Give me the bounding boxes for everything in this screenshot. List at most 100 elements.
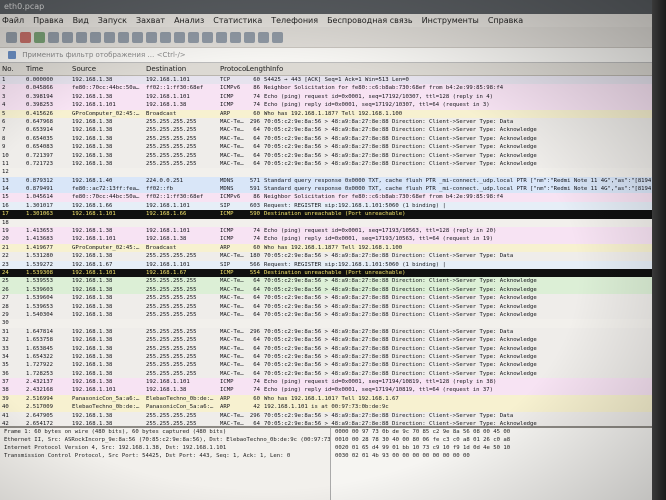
packet-cell-time: 1.539553 [26,278,53,285]
column-header-protocol[interactable]: Protocol [220,63,248,75]
packet-row[interactable]: 38 2.432168 192.168.1.101 192.168.1.38 ICMP 7… [0,386,666,395]
packet-row[interactable]: 12 [0,168,666,177]
options-gear-icon[interactable] [48,31,59,43]
packet-row[interactable]: 19 1.413653 192.168.1.38 192.168.1.101 ICMP 7… [0,227,666,236]
packet-row[interactable]: 6 0.647968 192.168.1.38 255.255.255.255 MAC-… [0,117,666,127]
packet-row[interactable]: 21 1.419677 GProComputer_02:45:… Broadcast A… [0,243,666,253]
packet-row[interactable]: 2 0.045866 fe80::70cc:44bc:50a… ff02::1:ff3… [0,84,666,93]
packet-row[interactable]: 39 2.516994 PanasonicCon_5a:a6:… ElebaoTech… [0,394,666,404]
packet-row[interactable]: 27 1.539604 192.168.1.38 255.255.255.255 MAC… [0,294,666,303]
save-file-icon[interactable] [76,31,87,43]
display-filter-bar[interactable]: Применить фильтр отображения … <Ctrl-/> [0,48,666,63]
shark-fin-icon[interactable] [6,31,17,43]
packet-row[interactable]: 28 1.539653 192.168.1.38 255.255.255.255 MAC… [0,302,666,311]
packet-cell-no: 39 [2,395,9,402]
packet-row[interactable]: 16 1.301017 192.168.1.66 192.168.1.101 SIP 60… [0,201,666,211]
packet-row[interactable]: 5 0.415626 GProComputer_02:45:… Broadcast AR… [0,109,666,118]
packet-cell-info: Echo (ping) reply id=0x0001, seq=17193/1… [264,236,494,243]
menu-help[interactable]: Справка [488,14,523,27]
display-filter-input[interactable]: Применить фильтр отображения … <Ctrl-/> [22,51,185,59]
column-header-time[interactable]: Time [26,63,43,75]
packet-row[interactable]: 24 1.539308 192.168.1.101 192.168.1.67 ICMP 5… [0,268,666,278]
colorize-icon[interactable] [216,31,227,43]
packet-row[interactable]: 22 1.531280 192.168.1.38 255.255.255.255 MAC… [0,252,666,261]
packet-row[interactable]: 13 0.879312 192.168.1.40 224.0.0.251 MDNS 571… [0,176,666,186]
packet-cell-no: 14 [2,186,9,193]
column-header-destination[interactable]: Destination [146,63,186,75]
packet-row[interactable]: 15 1.045614 fe80::70cc:44bc:50a… ff02::1:ff… [0,193,666,202]
packet-row[interactable]: 32 1.653758 192.168.1.38 255.255.255.255 MAC… [0,336,666,345]
menu-telephony[interactable]: Телефония [271,14,318,27]
packet-cell-len: 64 [253,160,260,167]
detail-frame[interactable]: Frame 1: 60 bytes on wire (480 bits), 60… [0,428,330,436]
packet-row[interactable]: 26 1.539603 192.168.1.38 255.255.255.255 MAC… [0,285,666,295]
first-packet-icon[interactable] [174,31,185,43]
packet-row[interactable]: 23 1.539272 192.168.1.67 192.168.1.101 SIP 56… [0,260,666,269]
bookmark-icon[interactable] [8,51,16,59]
menu-view[interactable]: Вид [73,14,89,27]
last-packet-icon[interactable] [188,31,199,43]
packet-cell-time: 1.727922 [26,362,53,369]
resize-columns-icon[interactable] [272,31,283,43]
find-packet-icon[interactable] [118,31,129,43]
packet-cell-dst: 255.255.255.255 [146,328,197,335]
packet-row[interactable]: 31 1.647814 192.168.1.38 255.255.255.255 MAC… [0,327,666,337]
packet-row[interactable]: 25 1.539553 192.168.1.38 255.255.255.255 MAC… [0,277,666,286]
packet-cell-proto: MAC-Te… [220,311,244,318]
stop-capture-icon[interactable] [20,31,31,43]
menu-go[interactable]: Запуск [98,14,127,27]
zoom-out-icon[interactable] [244,31,255,43]
packet-row[interactable]: 4 0.398253 192.168.1.101 192.168.1.38 ICMP 74… [0,101,666,110]
packet-row[interactable]: 11 0.721723 192.168.1.38 255.255.255.255 MAC… [0,159,666,169]
packet-cell-dst: 255.255.255.255 [146,345,197,352]
autoscroll-icon[interactable] [202,31,213,43]
menu-capture[interactable]: Захват [136,14,165,27]
menu-file[interactable]: Файл [2,14,24,27]
packet-row[interactable]: 34 1.654322 192.168.1.38 255.255.255.255 MAC… [0,352,666,362]
column-header-info[interactable]: Info [270,63,283,75]
menu-tools[interactable]: Инструменты [422,14,479,27]
packet-row[interactable]: 20 1.413683 192.168.1.101 192.168.1.38 ICMP 7… [0,235,666,244]
packet-row[interactable]: 7 0.653914 192.168.1.38 255.255.255.255 MAC-… [0,126,666,135]
packet-row[interactable]: 17 1.301063 192.168.1.101 192.168.1.66 ICMP 5… [0,210,666,219]
packet-row[interactable]: 1 0.000000 192.168.1.38 192.168.1.101 TCP 60 5… [0,76,666,85]
go-to-packet-icon[interactable] [160,31,171,43]
packet-row[interactable]: 41 2.647905 192.168.1.38 255.255.255.255 MAC… [0,411,666,421]
menu-edit[interactable]: Правка [33,14,63,27]
packet-row[interactable]: 18 [0,218,666,228]
detail-ipv4[interactable]: Internet Protocol Version 4, Src: 192.16… [0,444,330,452]
menu-wireless[interactable]: Беспроводная связь [327,14,413,27]
reload-icon[interactable] [104,31,115,43]
packet-cell-time: 0.721723 [26,160,53,167]
packet-row[interactable]: 40 2.517009 ElebaoTechno_0b:de:… PanasonicC… [0,403,666,412]
packet-cell-len: 86 [253,194,260,201]
menu-analyze[interactable]: Анализ [174,14,204,27]
packet-row[interactable]: 37 2.432137 192.168.1.38 192.168.1.101 ICMP 7… [0,378,666,387]
column-header-source[interactable]: Source [72,63,96,75]
packet-row[interactable]: 3 0.398194 192.168.1.38 192.168.1.101 ICMP 74… [0,92,666,102]
packet-row[interactable]: 30 [0,319,666,328]
packet-cell-info: Destination unreachable (Port unreachabl… [264,211,406,218]
packet-row[interactable]: 10 0.721397 192.168.1.38 255.255.255.255 MAC… [0,151,666,160]
go-forward-icon[interactable] [146,31,157,43]
packet-row[interactable]: 9 0.654083 192.168.1.38 255.255.255.255 MAC-… [0,143,666,152]
zoom-in-icon[interactable] [230,31,241,43]
detail-ethernet[interactable]: Ethernet II, Src: ASRockIncorp_9e:8a:56 … [0,436,330,444]
packet-cell-no: 20 [2,236,9,243]
open-file-icon[interactable] [62,31,73,43]
close-file-icon[interactable] [90,31,101,43]
restart-capture-icon[interactable] [34,31,45,43]
packet-row[interactable]: 35 1.727922 192.168.1.38 255.255.255.255 MAC… [0,361,666,370]
go-back-icon[interactable] [132,31,143,43]
packet-cell-dst: 192.168.1.101 [146,77,190,83]
packet-row[interactable]: 14 0.879491 fe80::ac72:13ff:fea… ff02::fb MD… [0,185,666,194]
column-header-length[interactable]: Length [246,63,270,75]
menu-statistics[interactable]: Статистика [213,14,262,27]
packet-row[interactable]: 8 0.654035 192.168.1.38 255.255.255.255 MAC-… [0,134,666,144]
detail-tcp[interactable]: Transmission Control Protocol, Src Port:… [0,452,330,460]
packet-row[interactable]: 29 1.540304 192.168.1.38 255.255.255.255 MAC… [0,310,666,320]
normal-size-icon[interactable] [258,31,269,43]
column-header-no[interactable]: No. [2,63,14,75]
packet-row[interactable]: 33 1.653845 192.168.1.38 255.255.255.255 MAC… [0,344,666,353]
packet-row[interactable]: 36 1.728253 192.168.1.38 255.255.255.255 MAC… [0,369,666,379]
